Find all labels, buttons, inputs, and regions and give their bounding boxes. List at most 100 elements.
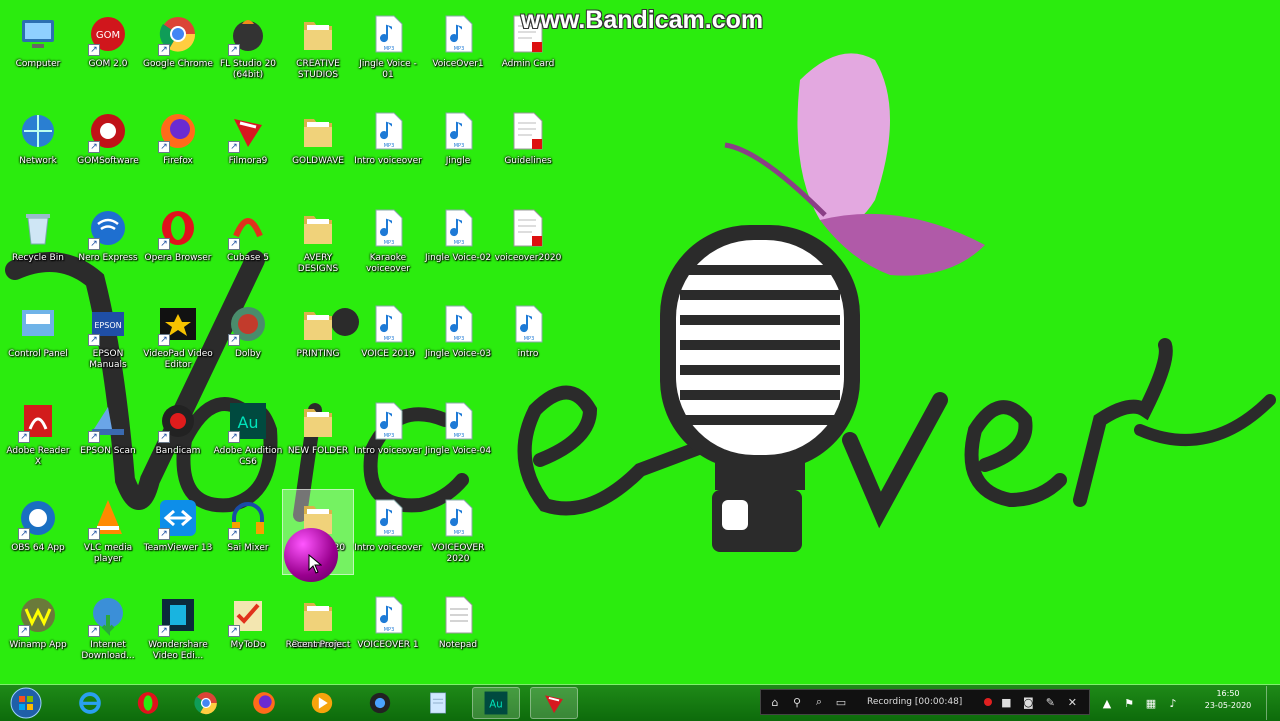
- desktop-icon[interactable]: MP3 Intro voiceover: [353, 490, 423, 574]
- pen-icon[interactable]: ✎: [1042, 694, 1058, 710]
- desktop-icon-label: EPSON Manuals: [89, 349, 127, 370]
- network-tray-icon[interactable]: ▦: [1144, 696, 1158, 710]
- desktop-icon-label: Bandicam: [155, 446, 201, 456]
- search-icon[interactable]: ⌕: [811, 694, 827, 710]
- desktop-icon[interactable]: ↗ VideoPad Video Editor: [143, 296, 213, 380]
- taskbar-clock[interactable]: 16:50 23-05-2020: [1196, 688, 1260, 716]
- home-icon[interactable]: ⌂: [767, 694, 783, 710]
- desktop-icon[interactable]: ↗ GOMSoftware: [73, 103, 143, 187]
- desktop-icon[interactable]: voiceover2020: [493, 200, 563, 284]
- desktop-icon[interactable]: ↗ Dolby: [213, 296, 283, 380]
- volume-icon[interactable]: ♪: [1166, 696, 1180, 710]
- desktop-icon[interactable]: ↗ Firefox: [143, 103, 213, 187]
- desktop-icon[interactable]: ↗ Wondershare Video Edi...: [143, 587, 213, 671]
- taskbar-firefox-button[interactable]: [240, 687, 288, 719]
- desktop-icon[interactable]: GOM ↗ GOM 2.0: [73, 6, 143, 90]
- taskbar-media-player-button[interactable]: [298, 687, 346, 719]
- desktop-icon[interactable]: NEW FOLDER: [283, 393, 353, 477]
- desktop-icon[interactable]: PRINTING: [283, 296, 353, 380]
- desktop-icon-label: PRINTING: [296, 349, 340, 359]
- desktop-icon[interactable]: Notepad: [423, 587, 493, 671]
- desktop-icon[interactable]: ↗ Internet Download...: [73, 587, 143, 671]
- desktop-icon[interactable]: Recent Project: [283, 587, 353, 671]
- taskbar-chrome-button[interactable]: [182, 687, 230, 719]
- desktop-icon[interactable]: MP3 Jingle Voice-03: [423, 296, 493, 380]
- desktop-icon[interactable]: MP3 Jingle Voice-04: [423, 393, 493, 477]
- desktop-icon[interactable]: ↗ Cubase 5: [213, 200, 283, 284]
- desktop-icon[interactable]: ↗ Winamp App: [3, 587, 73, 671]
- desktop-icon[interactable]: MP3 Intro voiceover: [353, 103, 423, 187]
- desktop-icon[interactable]: ↗ Sai Mixer: [213, 490, 283, 574]
- taskbar-adobe-audition-button[interactable]: Au: [472, 687, 520, 719]
- desktop-icon[interactable]: MP3 VOICEOVER 2020: [423, 490, 493, 574]
- mp3-file-icon: MP3: [366, 12, 410, 56]
- desktop-icon-label: Internet Download...: [81, 640, 135, 661]
- record-dot-icon[interactable]: [984, 698, 993, 706]
- desktop-icon[interactable]: Network: [3, 103, 73, 187]
- desktop-icon[interactable]: ↗ Opera Browser: [143, 200, 213, 284]
- recording-status: Recording [00:00:48]: [867, 697, 963, 707]
- desktop-icon[interactable]: EPSON ↗ EPSON Manuals: [73, 296, 143, 380]
- desktop-icon-label: Jingle: [445, 156, 471, 166]
- desktop-icon[interactable]: ↗ Filmora9: [213, 103, 283, 187]
- desktop-icon[interactable]: ↗ VLC media player: [73, 490, 143, 574]
- start-button[interactable]: [4, 686, 48, 720]
- svg-text:MP3: MP3: [384, 46, 395, 52]
- desktop-icon[interactable]: ↗ Google Chrome: [143, 6, 213, 90]
- mp3-file-icon: MP3: [436, 12, 480, 56]
- clock-time: 16:50: [1216, 689, 1240, 698]
- desktop-icon[interactable]: MP3 Jingle Voice - 01: [353, 6, 423, 90]
- folder-icon: [296, 206, 340, 250]
- desktop-icon-label: Jingle Voice-03: [424, 349, 492, 359]
- desktop-icon[interactable]: ↗ Bandicam: [143, 393, 213, 477]
- stop-icon[interactable]: ■: [998, 694, 1014, 710]
- audio-editor-icon: [369, 692, 391, 714]
- desktop-icon-label: Jingle Voice-04: [424, 446, 492, 456]
- desktop-icon[interactable]: MP3 Karaoke voiceover: [353, 200, 423, 284]
- desktop-icon[interactable]: Recycle Bin: [3, 200, 73, 284]
- screen-icon[interactable]: ▭: [833, 694, 849, 710]
- desktop-icon[interactable]: MP3 VoiceOver1: [423, 6, 493, 90]
- close-icon[interactable]: ✕: [1064, 694, 1080, 710]
- desktop-icon[interactable]: AVERY DESIGNS: [283, 200, 353, 284]
- desktop-icon[interactable]: MP3 Jingle Voice-02: [423, 200, 493, 284]
- desktop-icon-label: Cubase 5: [226, 253, 270, 263]
- desktop-icon[interactable]: MP3 intro: [493, 296, 563, 380]
- desktop-icon-label: Admin Card: [501, 59, 555, 69]
- checklist-icon: ↗: [226, 593, 270, 637]
- flag-icon[interactable]: ⚑: [1122, 696, 1136, 710]
- chrome-icon: ↗: [156, 12, 200, 56]
- desktop-icon[interactable]: Computer: [3, 6, 73, 90]
- svg-text:MP3: MP3: [384, 627, 395, 633]
- desktop-icon[interactable]: ↗ OBS 64 App: [3, 490, 73, 574]
- taskbar-filmora-button[interactable]: [530, 687, 578, 719]
- pin-icon[interactable]: ⚲: [789, 694, 805, 710]
- taskbar-notepad-button[interactable]: [414, 687, 462, 719]
- taskbar-internet-explorer-button[interactable]: [66, 687, 114, 719]
- desktop-icon[interactable]: ↗ TeamViewer 13: [143, 490, 213, 574]
- desktop-icon[interactable]: MP3 Jingle: [423, 103, 493, 187]
- desktop-icon[interactable]: ↗ Nero Express: [73, 200, 143, 284]
- desktop-icon[interactable]: MP3 Intro voiceover: [353, 393, 423, 477]
- show-hidden-icons[interactable]: ▲: [1100, 696, 1114, 710]
- desktop-icon[interactable]: MP3 VOICE 2019: [353, 296, 423, 380]
- svg-text:MP3: MP3: [384, 530, 395, 536]
- desktop-icon[interactable]: ↗ Adobe Reader X: [3, 393, 73, 477]
- desktop-icon[interactable]: ↗ EPSON Scan: [73, 393, 143, 477]
- desktop-icon[interactable]: Au ↗ Adobe Audition CS6: [213, 393, 283, 477]
- taskbar-opera-button[interactable]: [124, 687, 172, 719]
- desktop-icon-label: VideoPad Video Editor: [143, 349, 213, 370]
- camera-icon[interactable]: ◙: [1020, 694, 1036, 710]
- desktop-icon[interactable]: ↗ FL Studio 20 (64bit): [213, 6, 283, 90]
- desktop-icon[interactable]: ↗ MyToDo: [213, 587, 283, 671]
- show-desktop-button[interactable]: [1266, 686, 1280, 720]
- desktop[interactable]: Computer Network Recycle Bin Control Panel ↗…: [0, 0, 1280, 680]
- desktop-icon-label: Guidelines: [504, 156, 552, 166]
- taskbar-audacity-button[interactable]: [356, 687, 404, 719]
- desktop-icon[interactable]: GOLDWAVE: [283, 103, 353, 187]
- desktop-icon[interactable]: Control Panel: [3, 296, 73, 380]
- desktop-icon[interactable]: MP3 VOICEOVER 1: [353, 587, 423, 671]
- desktop-icon[interactable]: CREATIVE STUDIOS: [283, 6, 353, 90]
- windows-logo-icon: [10, 687, 42, 719]
- desktop-icon[interactable]: Guidelines: [493, 103, 563, 187]
